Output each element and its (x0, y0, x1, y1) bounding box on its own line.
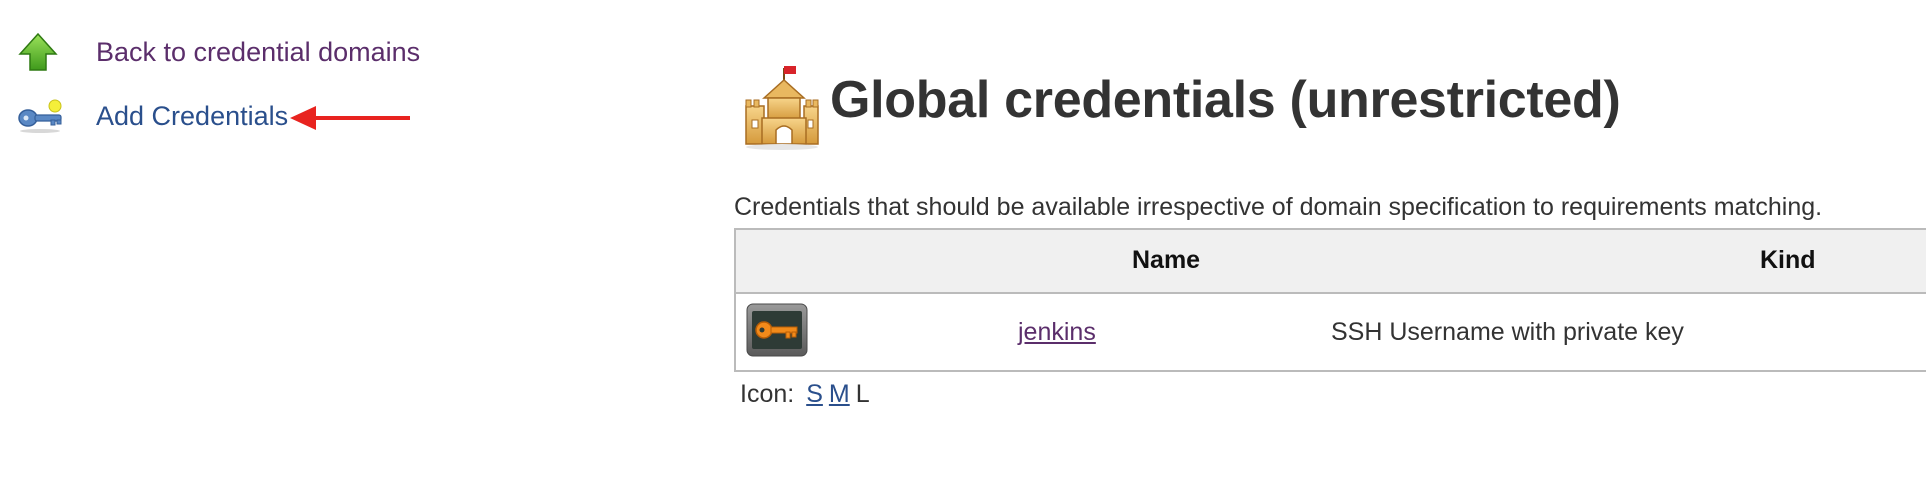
green-up-arrow-icon (18, 28, 66, 76)
credential-name-link[interactable]: jenkins (1018, 318, 1096, 347)
credential-kind: SSH Username with private key (1331, 318, 1684, 346)
icon-size-selector: Icon: S M L (740, 380, 870, 409)
page-description: Credentials that should be available irr… (734, 193, 1823, 221)
column-header-name[interactable]: Name (1132, 246, 1200, 275)
add-credentials-label: Add Credentials (96, 100, 289, 131)
table-header: Name Kind (736, 230, 1926, 294)
column-header-kind[interactable]: Kind (1760, 246, 1816, 275)
castle-icon (742, 62, 822, 155)
icon-size-label: Icon: (740, 380, 795, 408)
back-to-credential-domains-link[interactable]: Back to credential domains (18, 28, 420, 76)
table-row: jenkins SSH Username with private key (736, 294, 1926, 370)
back-to-credential-domains-label: Back to credential domains (96, 36, 421, 67)
credentials-table: Name Kind jenkins SSH Username with priv… (734, 228, 1926, 372)
icon-size-medium-link[interactable]: M (829, 380, 850, 408)
key-icon (18, 92, 66, 140)
red-annotation-arrow-icon (290, 106, 410, 130)
add-credentials-link[interactable]: Add Credentials (18, 92, 288, 140)
icon-size-large-current: L (855, 380, 870, 408)
page-title: Global credentials (unrestricted) (830, 71, 1621, 129)
icon-size-small-link[interactable]: S (806, 380, 823, 408)
credentials-page: Back to credential domains Add Credentia… (0, 0, 1926, 486)
credential-key-icon (746, 303, 808, 364)
